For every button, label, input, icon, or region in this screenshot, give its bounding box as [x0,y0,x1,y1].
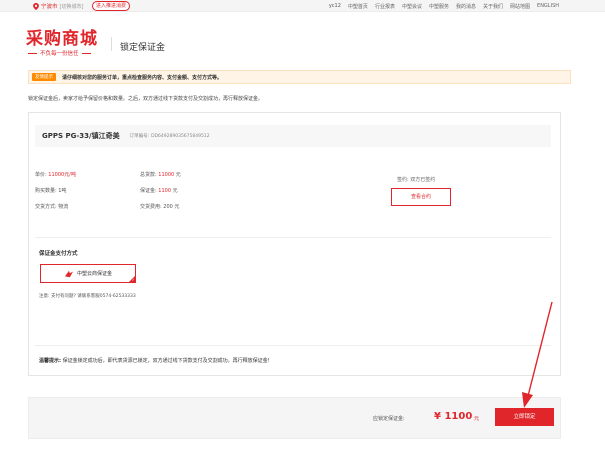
page-title: 锁定保证金 [120,43,166,53]
top-bar: 宁波市 [切换城市] 进入推进消费 yc12 中塑首页 行业报表 中塑会议 中塑… [0,0,605,12]
view-contract-button[interactable]: 查看合约 [391,188,451,206]
promo-login-button[interactable]: 进入推进消费 [92,1,131,11]
nav-home[interactable]: 中塑首页 [348,3,368,10]
deposit-amount-label: 应锁定保证金: [373,416,405,422]
nav-sitemap[interactable]: 网站地图 [510,3,530,10]
total-payment-value: 11000 [158,172,175,178]
deposit-value: 1100 [158,188,172,194]
payment-help-note: 注意: 支付有问题? 请联系客服0574-62533333 [39,294,136,299]
quantity-value: 1吨 [58,188,67,194]
lock-now-button[interactable]: 立即锁定 [495,408,554,426]
bank-logo-icon [64,270,73,277]
site-logo[interactable]: 采购商城 不负每一份信任 [26,30,104,57]
checkout-bar: 应锁定保证金: ¥ 1100 元 立即锁定 [28,397,561,439]
checkmark-icon: ✓ [131,277,135,282]
deposit-amount: ¥ 1100 [434,411,473,422]
annotation-arrow-icon [522,301,553,408]
unit-price-value: 11000元/吨 [48,172,76,178]
intro-text: 锁定保证金后，卖家才给予保留价格和数量。之后，双方通过线下货款支付及交割成功，再… [28,96,264,102]
delivery-method-row: 交货方式: 物流 [35,204,69,210]
quantity-row: 购买数量: 1吨 [35,188,67,194]
order-number: DD649289035675849512 [151,133,210,139]
unit-price-row: 单价: 11000元/吨 [35,172,76,178]
order-number-label: 订单编号: [129,134,150,139]
top-nav: yc12 中塑首页 行业报表 中塑会议 中塑服务 我的消息 关于我们 网站地图 … [329,3,559,10]
nav-english[interactable]: ENGLISH [537,3,559,10]
delivery-method-value: 物流 [58,204,69,210]
logo-slogan: 不负每一份信任 [26,49,104,57]
notice-tag: 友情提示 [32,73,56,81]
warm-tip-label: 温馨提示: [39,358,61,364]
logo-text: 采购商城 [26,29,98,49]
payment-option-deposit[interactable]: 中塑云商保证金 ✓ [40,264,136,283]
nav-services[interactable]: 中塑服务 [429,3,449,10]
notice-banner: 友情提示 请仔细核对您的服务订单，重点检查服务内容、支付金额、支付方式等。 [28,70,571,84]
nav-user[interactable]: yc12 [329,3,341,10]
nav-meetings[interactable]: 中塑会议 [402,3,422,10]
location-selector[interactable]: 宁波市 [切换城市] [33,2,83,10]
delivery-fee-row: 交货费用: 200 元 [140,204,180,210]
warm-tip-text: 保证金锁定成功后，即代表货源已锁定，双方通过线下货款支付及交割成功，再行释放保证… [62,358,270,364]
deposit-row: 保证金: 1100 元 [140,188,178,194]
payment-option-label: 中塑云商保证金 [76,271,112,277]
sign-status: 签约: 双方已签约 [397,177,436,183]
notice-text: 请仔细核对您的服务订单，重点检查服务内容、支付金额、支付方式等。 [62,74,223,81]
product-name: GPPS PG-33/镇江奇美 [42,132,120,140]
header-divider [111,37,112,51]
delivery-fee-value: 200 元 [163,204,180,210]
section-divider [35,345,551,346]
product-bar: GPPS PG-33/镇江奇美 订单编号: DD6492890356758495… [35,125,551,147]
nav-about[interactable]: 关于我们 [483,3,503,10]
switch-city-link[interactable]: [切换城市] [60,3,84,10]
warm-tip: 温馨提示: 保证金锁定成功后，即代表货源已锁定，双方通过线下货款支付及交割成功，… [39,357,270,364]
nav-messages[interactable]: 我的消息 [456,3,476,10]
nav-reports[interactable]: 行业报表 [375,3,395,10]
deposit-amount-unit: 元 [474,416,480,422]
city-name: 宁波市 [41,4,58,10]
section-divider [35,237,551,238]
total-payment-row: 总货款: 11000 元 [140,172,181,178]
location-pin-icon [33,2,39,10]
order-card: GPPS PG-33/镇江奇美 订单编号: DD6492890356758495… [28,112,561,376]
payment-method-title: 保证金支付方式 [39,251,78,257]
logo-slogan-text: 不负每一份信任 [40,51,79,57]
